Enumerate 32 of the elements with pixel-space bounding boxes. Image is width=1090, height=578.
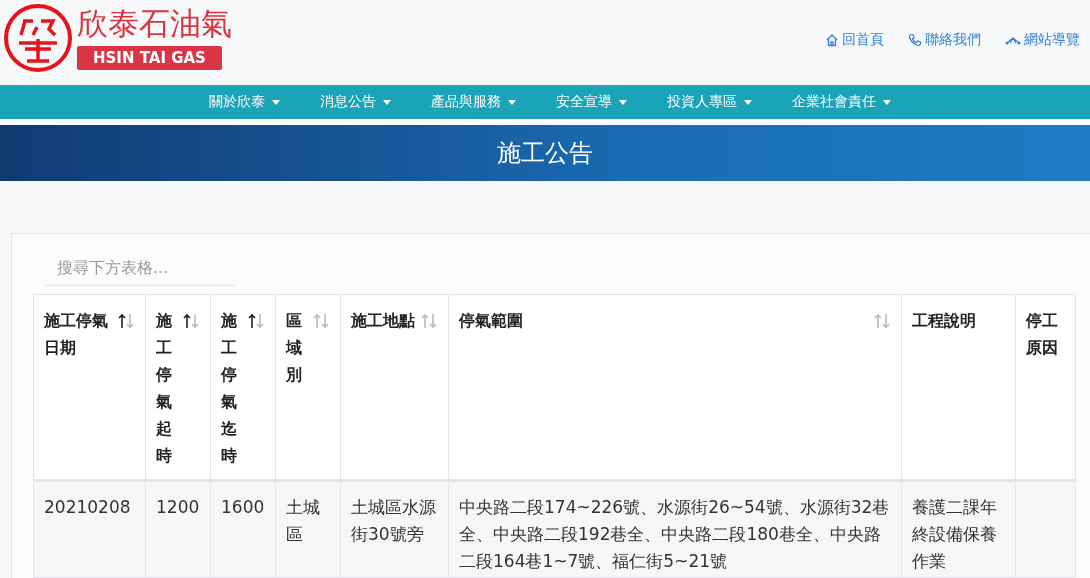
top-link[interactable]: 聯絡我們	[908, 31, 981, 49]
nav-menu[interactable]: 企業社會責任	[792, 93, 891, 111]
table-cell: 土城區水源街30號旁	[340, 480, 449, 578]
sort-icon[interactable]	[117, 313, 135, 329]
nav-menu[interactable]: 投資人專區	[667, 93, 752, 111]
nav-menu[interactable]: 產品與服務	[431, 93, 516, 111]
sort-icon[interactable]	[182, 313, 200, 329]
caret-icon	[383, 99, 391, 105]
nav-menu[interactable]: 消息公告	[320, 93, 391, 111]
caret-icon	[272, 99, 280, 105]
table-cell: 1600	[210, 480, 276, 578]
top-link[interactable]: 回首頁	[825, 31, 884, 49]
table-cell: 20210208	[33, 480, 146, 578]
table-cell: 養護二課年終設備保養作業	[901, 480, 1016, 578]
company-tagline: HSIN TAI GAS	[77, 46, 222, 70]
nav-menu[interactable]: 關於欣泰	[209, 93, 280, 111]
home-icon	[825, 33, 839, 47]
table-cell: 土城區	[275, 480, 341, 578]
caret-icon	[883, 99, 891, 105]
caret-icon	[744, 99, 752, 105]
nav-menu[interactable]: 安全宣導	[556, 93, 627, 111]
top-link[interactable]: 網站導覽	[1005, 31, 1080, 49]
sort-icon[interactable]	[247, 313, 265, 329]
company-name: 欣泰石油氣	[77, 6, 232, 42]
search-field[interactable]: 搜尋下方表格...	[45, 252, 235, 286]
page-title: 施工公告	[497, 138, 593, 169]
table-cell: 中央路二段174~226號、水源街26~54號、水源街32巷全、中央路二段192巷全、中央路二段180巷全、中央路二段164巷1~7號、福仁街5~21號	[448, 480, 902, 578]
caret-icon	[508, 99, 516, 105]
caret-icon	[619, 99, 627, 105]
phone-icon	[908, 33, 922, 47]
logo-icon[interactable]	[3, 3, 73, 73]
table-cell: 1200	[145, 480, 211, 578]
